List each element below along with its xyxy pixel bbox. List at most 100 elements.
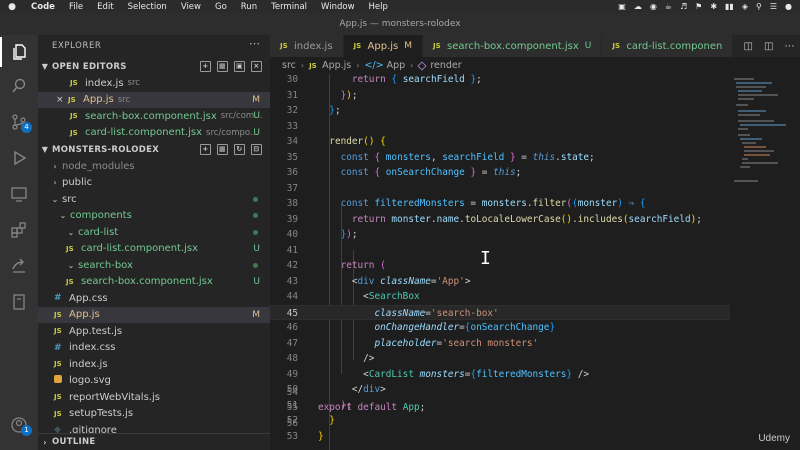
tree-file[interactable]: # index.css <box>38 340 270 357</box>
js-file-icon: JS <box>70 128 78 137</box>
breadcrumb-file[interactable]: App.js <box>322 60 351 71</box>
tree-file[interactable]: JS reportWebVitals.js <box>38 389 270 406</box>
menu-view[interactable]: View <box>174 2 208 12</box>
tree-file[interactable]: JS card-list.component.jsx U <box>38 241 270 258</box>
open-editor-item[interactable]: JS index.js src <box>38 75 270 92</box>
tree-file[interactable]: JS index.js <box>38 356 270 373</box>
tab-card-list[interactable]: JS card-list.componen <box>602 35 734 57</box>
open-editor-item-active[interactable]: × JS App.js src M <box>38 91 270 108</box>
open-editor-item[interactable]: JS card-list.component.jsx src/compo... … <box>38 125 270 142</box>
code-line: 32 }; <box>286 105 341 116</box>
notification-icon[interactable]: ● <box>785 2 792 11</box>
file-name: App.js <box>69 309 100 321</box>
file-dir: src/compo... <box>206 127 259 138</box>
remote-explorer-icon[interactable] <box>0 179 38 209</box>
menu-edit[interactable]: Edit <box>90 2 120 12</box>
project-header[interactable]: ▼ MONSTERS-ROLODEX + ▦ ↻ ⊟ <box>38 141 270 158</box>
menu-run[interactable]: Run <box>234 2 264 12</box>
minimap[interactable] <box>732 74 800 204</box>
tab-index-js[interactable]: JS index.js <box>270 35 344 57</box>
extensions-icon[interactable] <box>0 215 38 245</box>
code-line: 33 <box>286 120 298 132</box>
tray-app-icon[interactable]: ▣ <box>618 2 626 11</box>
tree-file[interactable]: # App.css <box>38 290 270 307</box>
tree-folder[interactable]: ⌄ card-list <box>38 224 270 241</box>
explorer-sidebar: EXPLORER ⋯ ▼ OPEN EDITORS + ▦ ▣ × JS ind… <box>38 35 270 450</box>
close-icon[interactable]: × <box>56 95 68 105</box>
new-folder-icon[interactable]: ▦ <box>217 144 228 155</box>
refresh-icon[interactable]: ↻ <box>234 144 245 155</box>
open-changes-icon[interactable]: ◫ <box>744 41 753 52</box>
new-untitled-file-icon[interactable]: + <box>200 61 211 72</box>
tab-label: card-list.componen <box>626 40 723 52</box>
tree-folder[interactable]: ⌄ search-box <box>38 257 270 274</box>
search-icon[interactable] <box>0 71 38 101</box>
new-file-icon[interactable]: + <box>200 144 211 155</box>
tree-file[interactable]: JS App.test.js <box>38 323 270 340</box>
tray-cup-icon[interactable]: ☕ <box>665 2 672 11</box>
book-icon[interactable] <box>0 287 38 317</box>
js-file-icon: JS <box>68 95 76 104</box>
menu-selection[interactable]: Selection <box>121 2 174 12</box>
breadcrumb-method[interactable]: render <box>430 60 461 71</box>
tree-folder[interactable]: ⌄ components <box>38 208 270 225</box>
outline-header[interactable]: › OUTLINE <box>38 433 270 450</box>
bluetooth-icon[interactable]: ✱ <box>710 2 717 11</box>
split-editor-icon[interactable]: ◫ <box>764 41 773 52</box>
run-debug-icon[interactable] <box>0 143 38 173</box>
component-symbol-icon: </> <box>364 60 384 71</box>
chevron-right-icon: › <box>356 61 360 70</box>
more-actions-icon[interactable]: ⋯ <box>249 37 260 50</box>
breadcrumb-folder[interactable]: src <box>282 60 296 71</box>
tree-file[interactable]: logo.svg <box>38 373 270 390</box>
chevron-down-icon: ⌄ <box>67 260 75 270</box>
control-center-icon[interactable]: ☰ <box>770 2 777 11</box>
css-file-icon: # <box>54 293 62 304</box>
open-editor-item[interactable]: JS search-box.component.jsx src/com... U <box>38 108 270 125</box>
menu-app[interactable]: Code <box>24 2 62 12</box>
folder-name: search-box <box>78 259 133 271</box>
collapse-all-icon[interactable]: ⊟ <box>251 144 262 155</box>
folder-name: card-list <box>78 226 119 238</box>
tray-cloud-icon[interactable]: ☁ <box>634 2 642 11</box>
tree-folder[interactable]: ⌄ src <box>38 191 270 208</box>
battery-icon[interactable]: ▮▮ <box>725 2 734 11</box>
tab-status: U <box>584 41 592 51</box>
live-share-icon[interactable] <box>0 251 38 281</box>
menu-help[interactable]: Help <box>362 2 395 12</box>
spotlight-search-icon[interactable]: ⚲ <box>756 2 762 11</box>
tree-file[interactable]: JS search-box.component.jsx U <box>38 274 270 291</box>
tray-flag-icon[interactable]: ⚑ <box>695 2 702 11</box>
source-control-icon[interactable]: 4 <box>0 107 38 137</box>
open-editors-header[interactable]: ▼ OPEN EDITORS + ▦ ▣ × <box>38 58 270 75</box>
tree-folder[interactable]: › node_modules <box>38 158 270 175</box>
tray-eye-icon[interactable]: ◉ <box>650 2 657 11</box>
tree-file-active[interactable]: JS App.js M <box>38 306 270 323</box>
folder-name: public <box>62 177 93 189</box>
menu-go[interactable]: Go <box>208 2 234 12</box>
code-line: 49 <CardList monsters={filteredMonsters}… <box>286 368 589 380</box>
toggle-vertical-icon[interactable]: ▦ <box>217 61 228 72</box>
menu-window[interactable]: Window <box>314 2 362 12</box>
git-status-badge: U <box>253 111 260 122</box>
wifi-icon[interactable]: ◈ <box>742 2 748 11</box>
menu-file[interactable]: File <box>62 2 90 12</box>
save-all-icon[interactable]: ▣ <box>234 61 245 72</box>
tab-search-box[interactable]: JS search-box.component.jsx U <box>423 35 603 57</box>
code-line: 41 <box>286 244 298 256</box>
file-name: search-box.component.jsx <box>81 276 213 288</box>
js-file-icon: JS <box>70 79 78 88</box>
code-line: 54 <box>286 386 298 398</box>
breadcrumb-symbol[interactable]: App <box>387 60 406 71</box>
tree-file[interactable]: JS setupTests.js <box>38 406 270 423</box>
folder-name: components <box>70 210 132 222</box>
apple-icon[interactable]: ● <box>0 2 24 12</box>
tree-folder[interactable]: › public <box>38 175 270 192</box>
accounts-icon[interactable]: 1 <box>0 410 38 440</box>
more-actions-icon[interactable]: ⋯ <box>784 41 794 52</box>
tray-volume-icon[interactable]: ♬ <box>680 2 687 11</box>
menu-terminal[interactable]: Terminal <box>264 2 314 12</box>
tab-app-js[interactable]: JS App.js M <box>343 35 423 57</box>
explorer-icon[interactable] <box>0 37 38 67</box>
close-all-icon[interactable]: × <box>251 61 262 72</box>
